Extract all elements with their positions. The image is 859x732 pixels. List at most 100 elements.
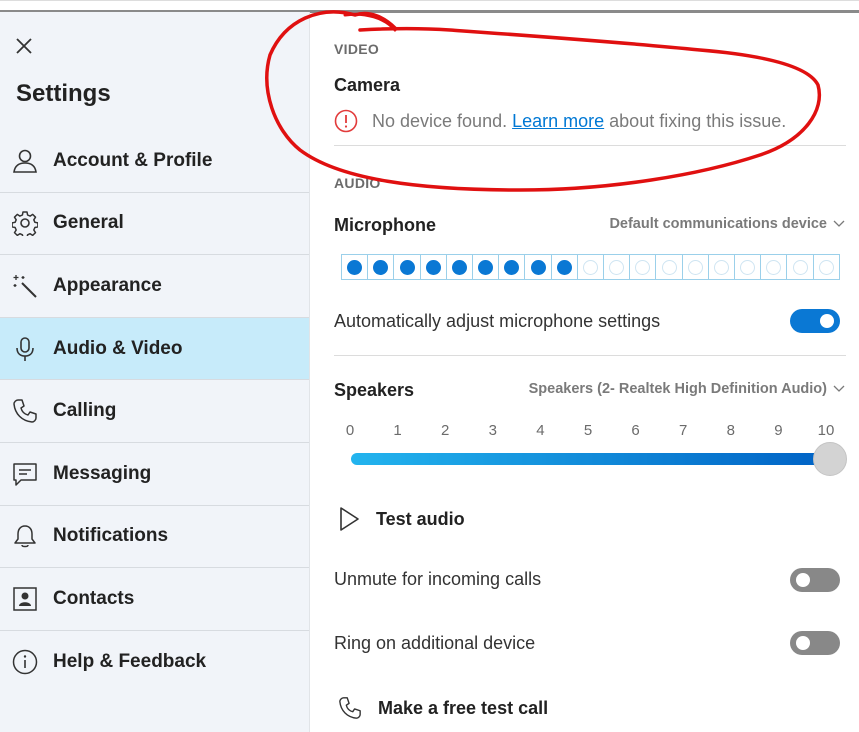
sidebar-item-general[interactable]: General [0,193,309,256]
volume-tick-label: 0 [345,422,355,439]
toggle-knob [796,636,810,650]
volume-tick-label: 7 [679,422,688,439]
mic-level-cell [578,255,605,279]
close-icon [16,38,32,54]
mic-level-cell [499,255,526,279]
phone-icon [339,697,361,719]
free-test-call-button[interactable]: Make a free test call [338,695,548,721]
phone-icon [12,398,38,424]
volume-tick-label: 1 [393,422,402,439]
mic-level-cell [394,255,421,279]
sidebar-item-label: Audio & Video [53,337,183,359]
mic-level-cell [735,255,762,279]
mic-level-dot [687,259,703,275]
divider [334,145,846,146]
unmute-incoming-toggle[interactable] [790,568,840,592]
gear-icon [12,210,38,237]
mic-level-cell [368,255,395,279]
mic-level-dot [504,259,520,275]
speakers-device-value: Speakers (2- Realtek High Definition Aud… [528,381,827,397]
mic-level-dot [556,259,572,275]
camera-title: Camera [334,75,401,95]
volume-tick-label: 5 [583,422,593,439]
mic-level-cell [787,255,814,279]
mic-level-cell [814,255,839,279]
audio-section-label: AUDIO [334,175,381,191]
mic-level-dot [399,259,415,275]
mic-level-cell [447,255,474,279]
speakers-title: Speakers [334,380,415,400]
divider [334,355,846,356]
auto-adjust-label: Automatically adjust microphone settings [334,311,661,331]
mic-level-cell [525,255,552,279]
mic-level-cell [552,255,578,279]
magic-wand-icon [12,273,38,299]
mic-level-cell [761,255,788,279]
settings-sidebar: Settings Account & Profile General Appea… [0,12,310,732]
mic-level-dot [635,259,651,275]
chevron-down-icon [833,220,845,227]
mic-level-cell [421,255,447,279]
mic-level-dot [609,259,625,275]
mic-level-dot [478,259,494,275]
play-icon [340,507,359,531]
test-audio-button[interactable]: Test audio [338,506,465,532]
toggle-knob [796,573,810,587]
mic-level-cell [342,255,369,279]
volume-slider-thumb[interactable] [813,442,847,476]
settings-nav: Account & Profile General Appearance Aud… [0,130,309,693]
camera-error-message: No device found. Learn more about fixing… [334,109,786,133]
auto-adjust-toggle[interactable] [790,309,840,333]
mic-level-cell [683,255,709,279]
volume-tick-label: 3 [488,422,497,439]
mic-level-dot [792,259,808,275]
sidebar-item-audio-video[interactable]: Audio & Video [0,317,309,381]
settings-title: Settings [16,80,111,107]
mic-level-dot [373,259,389,275]
volume-tick-label: 8 [726,422,735,439]
toggle-knob [820,314,834,328]
sidebar-item-label: Contacts [53,587,135,609]
sidebar-item-label: Notifications [53,525,169,547]
info-icon [12,649,38,675]
ring-additional-device-toggle[interactable] [790,631,840,655]
microphone-level-meter [341,254,840,280]
mic-level-dot [713,259,729,275]
sidebar-item-account-profile[interactable]: Account & Profile [0,130,309,193]
volume-tick-label: 10 [817,422,835,439]
volume-tick-label: 6 [631,422,640,439]
sidebar-item-calling[interactable]: Calling [0,380,309,443]
message-icon [12,461,38,487]
test-audio-label: Test audio [376,508,465,529]
unmute-incoming-label: Unmute for incoming calls [334,569,542,589]
mic-level-cell [473,255,500,279]
person-icon [12,148,38,174]
learn-more-link[interactable]: Learn more [512,111,604,132]
sidebar-item-help-feedback[interactable]: Help & Feedback [0,631,309,694]
ring-additional-device-label: Ring on additional device [334,633,536,653]
sidebar-item-notifications[interactable]: Notifications [0,506,309,569]
error-text: No device found. [372,110,508,131]
mic-level-cell [604,255,631,279]
sidebar-item-contacts[interactable]: Contacts [0,568,309,631]
sidebar-item-messaging[interactable]: Messaging [0,443,309,506]
close-button[interactable] [12,34,36,58]
error-icon [334,109,358,133]
volume-tick-label: 4 [536,422,545,439]
mic-level-dot [530,259,546,275]
speakers-device-dropdown[interactable]: Speakers (2- Realtek High Definition Aud… [529,381,845,397]
sidebar-item-appearance[interactable]: Appearance [0,255,309,318]
mic-level-dot [425,259,441,275]
mic-level-dot [766,259,782,275]
microphone-device-dropdown[interactable]: Default communications device [609,216,845,232]
window-top-edge [0,0,859,13]
contact-card-icon [12,586,38,612]
mic-level-dot [582,259,598,275]
mic-level-dot [818,259,834,275]
volume-tick-label: 9 [774,422,783,439]
microphone-icon [12,336,38,362]
mic-level-dot [451,259,467,275]
volume-slider-track[interactable] [351,453,830,465]
sidebar-item-label: Help & Feedback [53,651,207,673]
volume-tick-labels: 0 1 2 3 4 5 6 7 8 9 10 [334,422,835,442]
